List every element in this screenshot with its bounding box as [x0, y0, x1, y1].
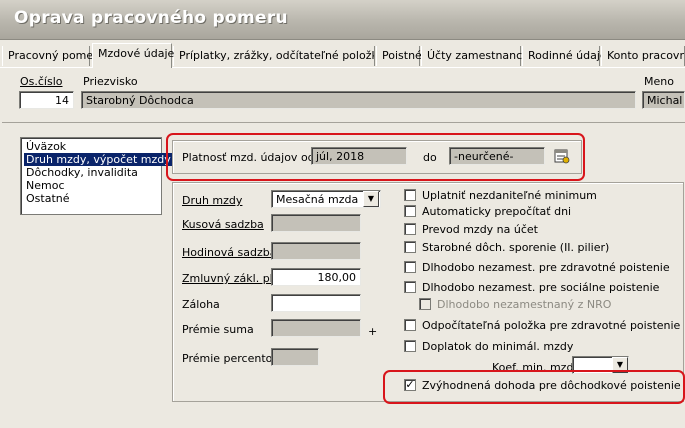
dlhodobo-nro-label: Dlhodobo nezamestnaný z NRO	[437, 298, 612, 311]
starobne-sporenie-label: Starobné dôch. sporenie (II. pilier)	[422, 241, 610, 254]
priezvisko-field[interactable]: Starobný Dôchodca	[81, 91, 636, 109]
hodinova-sadzba-label: Hodinová sadzba	[182, 246, 277, 259]
doplatok-label: Doplatok do minimál. mzdy	[422, 340, 574, 353]
premie-suma-label: Prémie suma	[182, 323, 254, 336]
title-bar: Oprava pracovného pomeru	[0, 0, 685, 40]
zmluvny-plat-field[interactable]: 180,00	[271, 268, 361, 286]
kusova-sadzba-field[interactable]	[271, 214, 361, 232]
starobne-sporenie-checkbox[interactable]	[404, 241, 416, 253]
list-item-dochodky[interactable]: Dôchodky, invalidita	[24, 166, 140, 179]
dohoda-highlight	[383, 370, 685, 404]
premie-percento-label: Prémie percento	[182, 352, 273, 365]
zmluvny-plat-label: Zmluvný zákl. plat	[182, 272, 284, 285]
tab-mzdove-udaje[interactable]: Mzdové údaje	[92, 43, 174, 68]
priezvisko-label: Priezvisko	[83, 75, 138, 88]
list-item-uvazok[interactable]: Úväzok	[24, 140, 68, 153]
premie-suma-field[interactable]	[271, 319, 361, 337]
tab-pracovny-pomer[interactable]: Pracovný pomer	[2, 46, 98, 66]
uplatnit-minimum-checkbox[interactable]	[404, 189, 416, 201]
zaloha-field[interactable]	[271, 294, 361, 312]
tab-konto-pracovnej[interactable]: Konto pracovnej	[601, 46, 685, 66]
window-title: Oprava pracovného pomeru	[14, 8, 288, 28]
validity-highlight	[166, 133, 585, 181]
dlhodobo-socialne-label: Dlhodobo nezamest. pre sociálne poisteni…	[422, 281, 660, 294]
plus-sign: +	[368, 325, 378, 338]
dlhodobo-zdravotne-checkbox[interactable]	[404, 261, 416, 273]
os-cislo-label: Os.číslo	[20, 75, 63, 88]
premie-percento-field[interactable]	[271, 348, 319, 366]
meno-field[interactable]: Michal	[642, 91, 685, 109]
prevod-mzdy-label: Prevod mzdy na účet	[422, 223, 538, 236]
os-cislo-field[interactable]: 14	[19, 91, 74, 109]
section-list[interactable]: Úväzok Druh mzdy, výpočet mzdy Dôchodky,…	[20, 137, 173, 215]
dlhodobo-socialne-checkbox[interactable]	[404, 281, 416, 293]
automaticky-prepocitat-checkbox[interactable]	[404, 205, 416, 217]
list-item-nemoc[interactable]: Nemoc	[24, 179, 67, 192]
meno-label: Meno	[644, 75, 674, 88]
uplatnit-minimum-label: Uplatniť nezdaniteľné minimum	[422, 189, 597, 202]
list-item-druh-mzdy[interactable]: Druh mzdy, výpočet mzdy	[24, 153, 173, 166]
tab-rodinne-udaje[interactable]: Rodinné údaje	[522, 46, 607, 66]
chevron-down-icon[interactable]: ▼	[363, 191, 379, 207]
dlhodobo-zdravotne-label: Dlhodobo nezamest. pre zdravotné poisten…	[422, 261, 670, 274]
tab-poistne[interactable]: Poistné	[376, 46, 422, 66]
dlhodobo-nro-checkbox[interactable]	[419, 298, 431, 310]
hodinova-sadzba-field[interactable]	[271, 242, 361, 260]
kusova-sadzba-label: Kusová sadzba	[182, 218, 264, 231]
tab-priplatky[interactable]: Príplatky, zrážky, odčítateľné položky .…	[173, 46, 375, 66]
doplatok-checkbox[interactable]	[404, 340, 416, 352]
zaloha-label: Záloha	[182, 298, 220, 311]
automaticky-prepocitat-label: Automaticky prepočítať dni	[422, 205, 572, 218]
druh-mzdy-value: Mesačná mzda	[276, 193, 359, 206]
list-item-ostatne[interactable]: Ostatné	[24, 192, 72, 205]
prevod-mzdy-checkbox[interactable]	[404, 223, 416, 235]
tab-strip: Pracovný pomer Mzdové údaje Príplatky, z…	[0, 42, 685, 68]
odpocitatelna-polozka-checkbox[interactable]	[404, 319, 416, 331]
druh-mzdy-label: Druh mzdy	[182, 194, 243, 207]
odpocitatelna-polozka-label: Odpočítateľná položka pre zdravotné pois…	[422, 319, 681, 332]
tab-ucty-zamestnanca[interactable]: Účty zamestnanca	[421, 46, 529, 66]
